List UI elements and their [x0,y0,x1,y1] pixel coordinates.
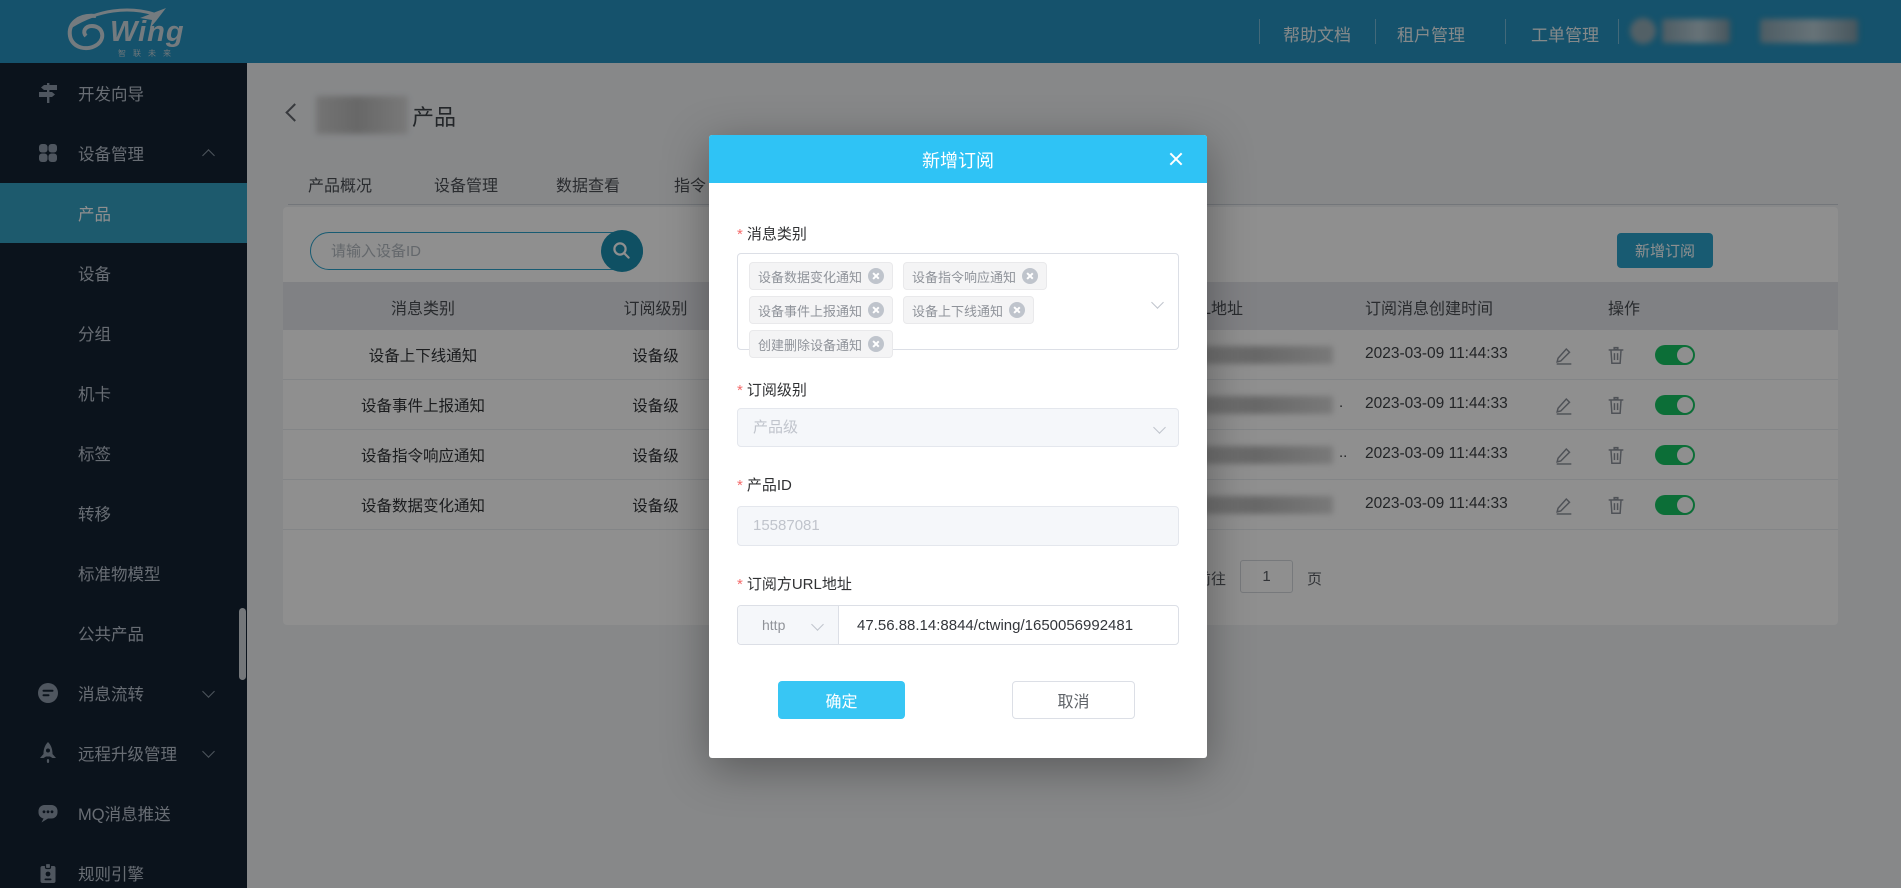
close-icon[interactable] [1167,150,1185,168]
app-root: Wing 智联未来 帮助文档 租户管理 工单管理 开发向导 设备管 [0,0,1901,888]
selected-tag: 创建删除设备通知 [749,330,893,358]
tag-remove-icon[interactable] [868,336,884,352]
sub-level-select[interactable]: 产品级 [737,408,1179,447]
subscriber-url-input[interactable] [839,606,1178,644]
protocol-value: http [762,617,785,633]
required-mark: * [737,576,743,593]
product-id-input[interactable] [753,508,1133,543]
required-mark: * [737,226,743,243]
subscriber-url-field: http [737,605,1179,645]
confirm-button[interactable]: 确定 [778,681,905,719]
tag-remove-icon[interactable] [868,302,884,318]
selected-tag: 设备数据变化通知 [749,262,893,290]
selected-tag: 设备事件上报通知 [749,296,893,324]
field-label-message-type: *消息类别 [737,223,807,244]
tag-remove-icon[interactable] [1009,302,1025,318]
tag-remove-icon[interactable] [1022,268,1038,284]
modal-title: 新增订阅 [709,147,1207,173]
field-label-sub-level: *订阅级别 [737,379,807,400]
chevron-down-icon [1153,421,1166,434]
tag-remove-icon[interactable] [868,268,884,284]
field-label-subscriber-url: *订阅方URL地址 [737,573,852,594]
cancel-button[interactable]: 取消 [1012,681,1135,719]
field-label-product-id: *产品ID [737,474,792,495]
required-mark: * [737,382,743,399]
sub-level-value: 产品级 [753,419,798,436]
modal-header: 新增订阅 [709,135,1207,183]
selected-tag: 设备指令响应通知 [903,262,1047,290]
chevron-down-icon [811,618,824,631]
selected-tag: 设备上下线通知 [903,296,1034,324]
chevron-down-icon [1151,296,1164,309]
product-id-field [737,506,1179,546]
add-subscription-modal: 新增订阅 *消息类别 设备数据变化通知 设备指令响应通知 设备事件上报通知 设备… [709,135,1207,758]
protocol-select[interactable]: http [738,606,839,644]
required-mark: * [737,477,743,494]
message-type-multiselect[interactable]: 设备数据变化通知 设备指令响应通知 设备事件上报通知 设备上下线通知 创建删除设… [737,253,1179,350]
